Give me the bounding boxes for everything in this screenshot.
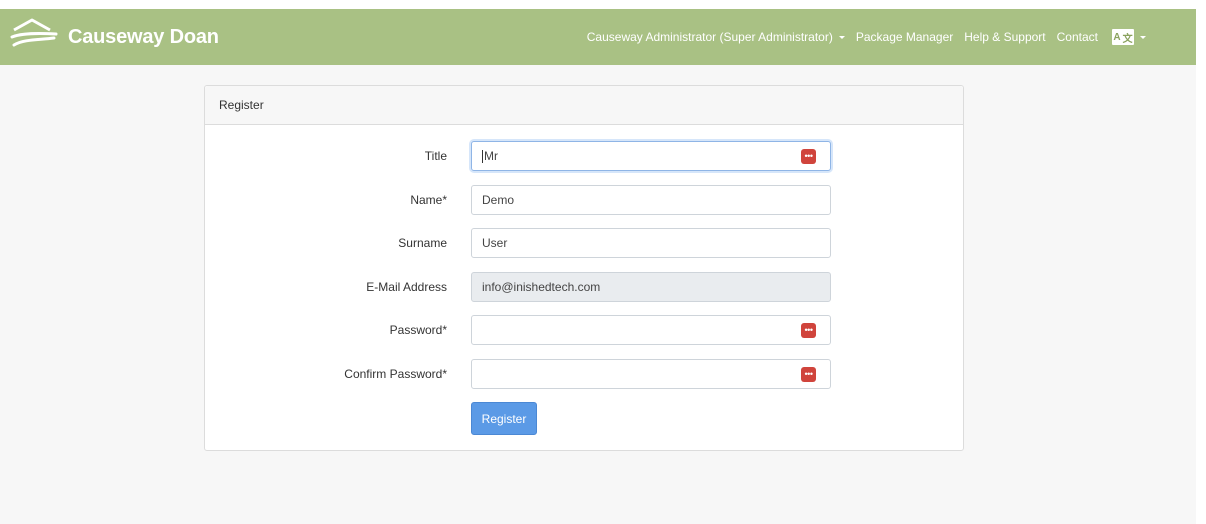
password-manager-icon[interactable]: ••• bbox=[801, 148, 816, 164]
email-value: info@inishedtech.com bbox=[482, 280, 601, 294]
name-row: Name* Demo bbox=[205, 185, 963, 215]
password-label: Password* bbox=[389, 323, 447, 337]
name-value: Demo bbox=[482, 193, 515, 207]
email-label: E-Mail Address bbox=[366, 280, 447, 294]
surname-value: User bbox=[482, 236, 508, 250]
email-row: E-Mail Address info@inishedtech.com bbox=[205, 272, 963, 302]
user-menu[interactable]: Causeway Administrator (Super Administra… bbox=[587, 30, 845, 44]
user-menu-label: Causeway Administrator (Super Administra… bbox=[586, 30, 833, 44]
name-label: Name* bbox=[410, 193, 447, 207]
password-input[interactable]: ••• bbox=[471, 315, 831, 345]
surname-label: Surname bbox=[398, 236, 447, 250]
brand[interactable]: Causeway Doan bbox=[10, 17, 219, 58]
navbar: Causeway Doan Causeway Administrator (Su… bbox=[0, 9, 1196, 65]
surname-row: Surname User bbox=[205, 228, 963, 258]
name-input[interactable]: Demo bbox=[471, 185, 831, 215]
nav-contact[interactable]: Contact bbox=[1057, 30, 1098, 44]
text-cursor bbox=[482, 149, 483, 163]
title-value: Mr bbox=[484, 149, 498, 163]
title-label: Title bbox=[424, 149, 447, 163]
password-manager-icon[interactable]: ••• bbox=[801, 366, 816, 382]
causeway-logo-icon bbox=[10, 17, 60, 58]
card-header: Register bbox=[205, 86, 963, 125]
translate-icon: A文 bbox=[1112, 29, 1134, 45]
confirm-password-row: Confirm Password* ••• bbox=[205, 359, 963, 389]
right-border bbox=[1196, 0, 1206, 524]
register-card: Register Title Mr ••• Name* Demo Surname… bbox=[204, 85, 964, 451]
top-border bbox=[0, 0, 1206, 9]
password-manager-icon[interactable]: ••• bbox=[801, 322, 816, 338]
title-row: Title Mr ••• bbox=[205, 141, 963, 171]
confirm-password-label: Confirm Password* bbox=[344, 367, 447, 381]
chevron-down-icon bbox=[1140, 35, 1146, 39]
nav-package-manager[interactable]: Package Manager bbox=[856, 30, 953, 44]
surname-input[interactable]: User bbox=[471, 228, 831, 258]
brand-name[interactable]: Causeway Doan bbox=[68, 26, 219, 49]
register-button[interactable]: Register bbox=[471, 402, 537, 435]
confirm-password-input[interactable]: ••• bbox=[471, 359, 831, 389]
title-input[interactable]: Mr ••• bbox=[471, 141, 831, 171]
email-input: info@inishedtech.com bbox=[471, 272, 831, 302]
language-selector[interactable]: A文 bbox=[1112, 29, 1146, 45]
nav-help-support[interactable]: Help & Support bbox=[964, 30, 1045, 44]
chevron-down-icon bbox=[838, 35, 845, 39]
password-row: Password* ••• bbox=[205, 315, 963, 345]
